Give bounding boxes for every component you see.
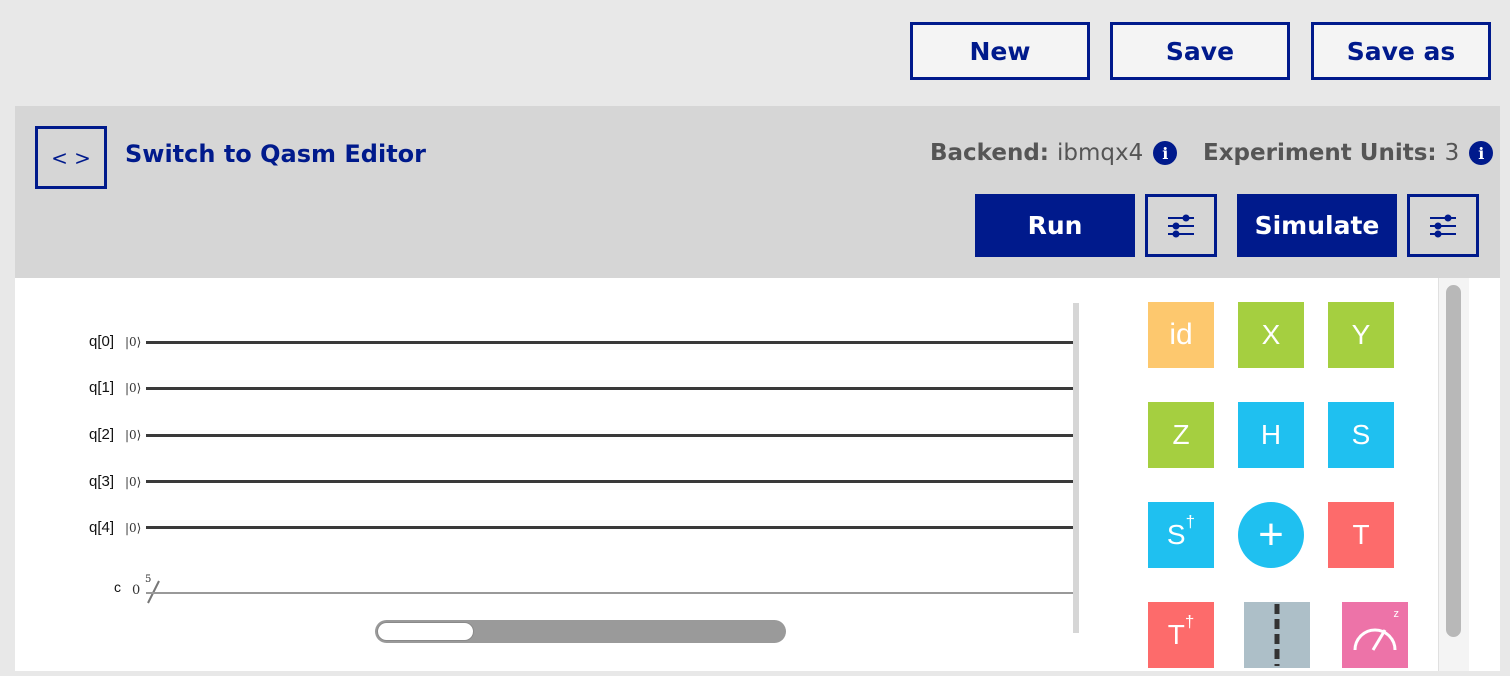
measure-basis-label: z (1393, 608, 1400, 620)
backend-info: Backend: ibmqx4 i (930, 140, 1178, 166)
circuit-canvas[interactable]: q[0] |0⟩ q[1] |0⟩ q[2] |0⟩ q[3] |0⟩ q[4]… (15, 278, 1080, 671)
experiment-units-key: Experiment Units: (1203, 140, 1437, 166)
classical-wire[interactable] (146, 592, 1074, 594)
gate-sdg[interactable]: S † (1148, 502, 1214, 568)
qubit-initial-state: |0⟩ (125, 521, 142, 535)
horizontal-scrollbar-thumb[interactable] (377, 622, 474, 641)
dagger-sup: † (1185, 512, 1196, 531)
sliders-icon (1430, 214, 1456, 237)
gate-label: id (1169, 318, 1193, 351)
simulate-settings-button[interactable] (1407, 194, 1479, 257)
qubit-wire[interactable] (146, 480, 1074, 483)
classical-register-label: c (114, 579, 121, 595)
dagger-sup: † (1184, 612, 1195, 631)
gate-label: Y (1351, 319, 1371, 350)
save-button[interactable]: Save (1110, 22, 1290, 80)
gate-barrier[interactable] (1244, 602, 1310, 668)
gate-label: T (1167, 619, 1185, 650)
composer-header: < > Switch to Qasm Editor Backend: ibmqx… (15, 106, 1500, 278)
gate-label: Z (1172, 419, 1190, 450)
qubit-label: q[4] (89, 519, 115, 536)
gate-s[interactable]: S (1328, 402, 1394, 468)
switch-to-qasm-link[interactable]: Switch to Qasm Editor (125, 140, 426, 168)
qubit-label: q[2] (89, 426, 115, 443)
qubit-wire[interactable] (146, 526, 1074, 529)
qubit-initial-state: |0⟩ (125, 475, 142, 489)
qubit-wire[interactable] (146, 341, 1074, 344)
gate-label: H (1260, 419, 1282, 450)
gate-y[interactable]: Y (1328, 302, 1394, 368)
gate-measure[interactable]: z (1342, 602, 1408, 668)
sliders-icon (1168, 214, 1194, 237)
gate-z[interactable]: Z (1148, 402, 1214, 468)
code-brackets-icon: < > (51, 145, 91, 170)
top-toolbar: New Save Save as (0, 0, 1510, 106)
gate-label: S (1351, 419, 1371, 450)
gate-h[interactable]: H (1238, 402, 1304, 468)
gate-tdg[interactable]: T † (1148, 602, 1214, 668)
qubit-initial-state: |0⟩ (125, 381, 142, 395)
backend-value: ibmqx4 (1057, 140, 1144, 166)
simulate-button[interactable]: Simulate (1237, 194, 1397, 257)
backend-info-icon[interactable]: i (1153, 141, 1178, 165)
qubit-label: q[1] (89, 379, 115, 396)
experiment-units-info: Experiment Units: 3 i (1203, 140, 1494, 166)
classical-register-value: 0 (132, 583, 141, 598)
gate-id[interactable]: id (1148, 302, 1214, 368)
plus-icon: + (1258, 510, 1284, 559)
backend-key: Backend: (930, 140, 1049, 166)
gate-label: X (1261, 319, 1281, 350)
save-as-button[interactable]: Save as (1311, 22, 1491, 80)
qubit-initial-state: |0⟩ (125, 335, 142, 349)
qubit-initial-state: |0⟩ (125, 428, 142, 442)
run-settings-button[interactable] (1145, 194, 1217, 257)
gate-label: S (1166, 519, 1186, 550)
new-button[interactable]: New (910, 22, 1090, 80)
qubit-label: q[0] (89, 333, 115, 350)
gate-cnot[interactable]: + (1238, 502, 1304, 568)
barrier-dashes-icon (1274, 604, 1280, 666)
gate-label: T (1352, 519, 1370, 550)
gate-t[interactable]: T (1328, 502, 1394, 568)
qubit-label: q[3] (89, 473, 115, 490)
circuit-divider (1073, 303, 1079, 633)
gate-palette-scrollbar-thumb[interactable] (1446, 285, 1461, 637)
code-editor-toggle-button[interactable]: < > (35, 126, 107, 189)
circuit-editor: q[0] |0⟩ q[1] |0⟩ q[2] |0⟩ q[3] |0⟩ q[4]… (15, 278, 1500, 671)
qubit-wire[interactable] (146, 387, 1074, 390)
run-button[interactable]: Run (975, 194, 1135, 257)
units-info-icon[interactable]: i (1469, 141, 1494, 165)
qubit-wire[interactable] (146, 434, 1074, 437)
experiment-units-value: 3 (1444, 140, 1460, 166)
gate-x[interactable]: X (1238, 302, 1304, 368)
horizontal-scrollbar[interactable] (375, 620, 786, 643)
